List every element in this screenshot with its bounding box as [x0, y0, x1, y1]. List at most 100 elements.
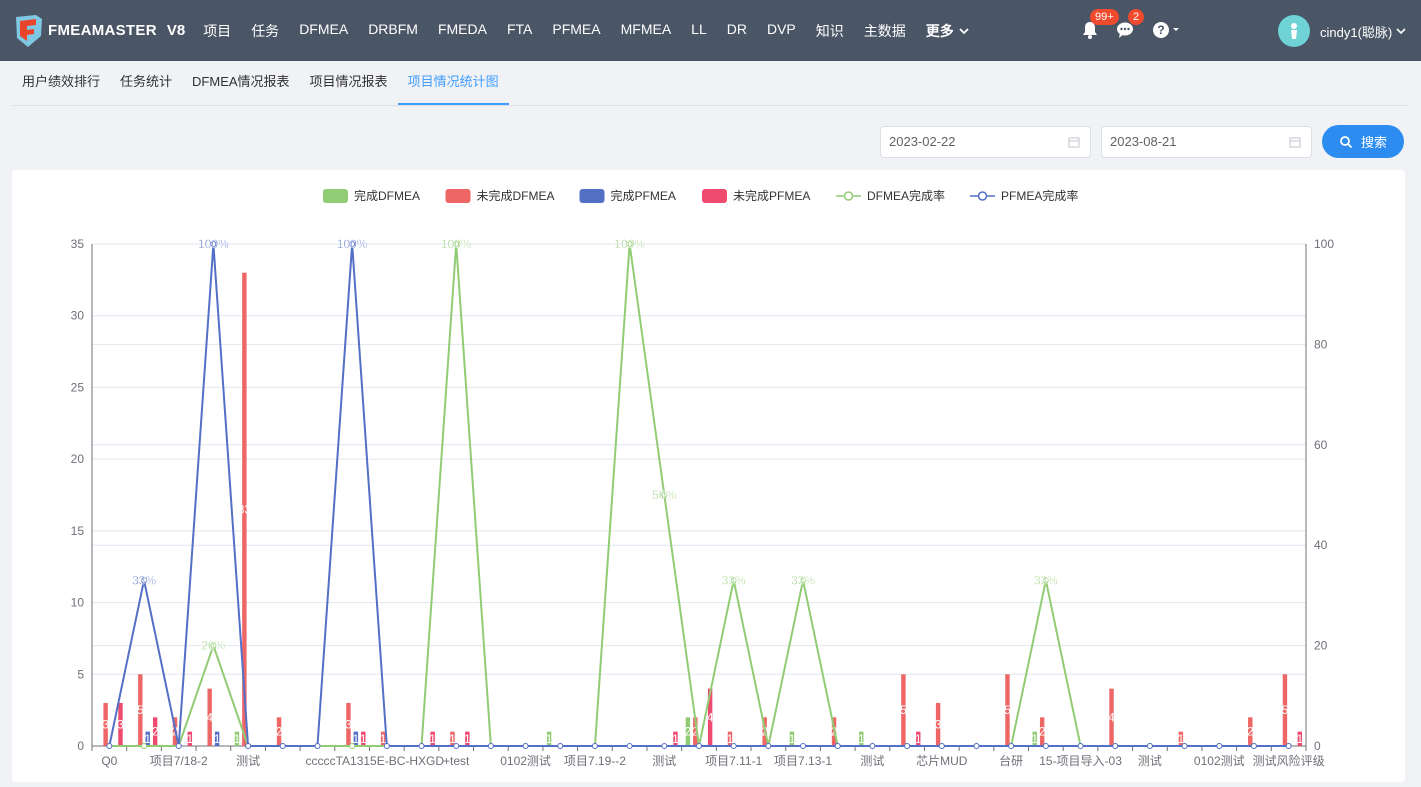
- legend-marker-4: [843, 191, 854, 201]
- bar-data-label: 1: [1296, 732, 1303, 746]
- start-date-value: 2023-02-22: [889, 134, 956, 149]
- nav-item-0[interactable]: 项目: [193, 21, 241, 41]
- nav-item-9[interactable]: DR: [717, 21, 757, 41]
- legend-label-2: 完成PFMEA: [611, 188, 676, 203]
- tab-0[interactable]: 用户绩效排行: [12, 61, 110, 105]
- search-label: 搜索: [1360, 135, 1387, 150]
- legend-marker-5: [977, 191, 988, 201]
- rate-label: 20%: [201, 639, 225, 653]
- start-date-input[interactable]: 2023-02-22: [880, 126, 1091, 158]
- tab-1[interactable]: 任务统计: [110, 61, 182, 105]
- y-left-tick-label: 15: [71, 524, 85, 538]
- bar-data-label: 1: [546, 732, 553, 746]
- line-point-PFMEA完成率: [175, 743, 182, 749]
- search-button[interactable]: 搜索: [1322, 125, 1404, 158]
- x-tick-label: 测试: [860, 753, 884, 768]
- rate-label: 100%: [198, 237, 229, 251]
- nav-item-1[interactable]: 任务: [241, 21, 289, 41]
- notification-badge: 99+: [1090, 8, 1119, 25]
- tab-2[interactable]: DFMEA情况报表: [182, 61, 300, 105]
- bar-data-label: 1: [858, 732, 865, 746]
- bar-data-label: 1: [1031, 732, 1038, 746]
- bar-data-label: 1: [464, 732, 471, 746]
- y-left-tick-label: 25: [71, 380, 85, 394]
- rate-label: 100%: [441, 237, 472, 251]
- x-tick-label: 项目7.13-1: [774, 754, 832, 768]
- line-point-PFMEA完成率: [591, 743, 598, 749]
- y-right-tick-label: 40: [1314, 538, 1328, 552]
- calendar-icon: [1068, 137, 1080, 148]
- bar-data-label: 1: [187, 732, 194, 746]
- line-point-DFMEA完成率: [141, 743, 148, 749]
- nav-item-4[interactable]: FMEDA: [428, 21, 497, 41]
- line-point-PFMEA完成率: [1146, 743, 1153, 749]
- bar-data-label: 2: [1039, 725, 1046, 739]
- help-icon: ?: [1153, 21, 1179, 38]
- nav-item-10[interactable]: DVP: [757, 21, 806, 41]
- line-point-PFMEA完成率: [279, 743, 286, 749]
- bar-data-label: 4: [1108, 710, 1115, 724]
- logo[interactable]: FMEAMASTER V8: [14, 14, 185, 48]
- legend-label-1: 未完成DFMEA: [477, 188, 555, 203]
- end-date-input[interactable]: 2023-08-21: [1101, 126, 1312, 158]
- line-point-PFMEA完成率: [418, 743, 425, 749]
- bar-data-label: 5: [137, 703, 144, 717]
- nav-more-menu[interactable]: 更多: [916, 21, 980, 41]
- tab-4[interactable]: 项目情况统计图: [397, 61, 509, 105]
- notification-button[interactable]: 99+: [1080, 8, 1119, 42]
- search-icon: [1340, 135, 1353, 148]
- bar-data-label: 1: [429, 732, 436, 746]
- tab-3[interactable]: 项目情况报表: [300, 61, 398, 105]
- nav-item-8[interactable]: LL: [681, 21, 717, 41]
- rate-label: 50%: [652, 488, 676, 502]
- bar-data-label: 2: [276, 725, 283, 739]
- line-point-PFMEA完成率: [1181, 743, 1188, 749]
- nav-item-5[interactable]: FTA: [497, 21, 542, 41]
- line-point-PFMEA完成率: [938, 743, 945, 749]
- rate-label: 100%: [614, 237, 645, 251]
- line-point-PFMEA完成率: [522, 743, 529, 749]
- x-tick-label: 测试: [1138, 753, 1162, 768]
- x-tick-label: 测试风险评级: [1253, 753, 1325, 768]
- x-tick-label: 测试: [236, 753, 260, 768]
- line-point-PFMEA完成率: [1042, 743, 1049, 749]
- legend-swatch-1: [445, 189, 471, 203]
- bar-data-label: 4: [206, 710, 213, 724]
- line-point-PFMEA完成率: [453, 743, 460, 749]
- nav-item-6[interactable]: PFMEA: [542, 21, 610, 41]
- user-menu[interactable]: cindy1(聪脉): [1278, 15, 1407, 47]
- nav-item-3[interactable]: DRBFM: [358, 21, 428, 41]
- nav-item-2[interactable]: DFMEA: [289, 21, 358, 41]
- calendar-icon: [1289, 137, 1301, 148]
- rate-label: 33%: [791, 573, 815, 587]
- bar-data-label: 33: [238, 502, 252, 516]
- bar-data-label: 4: [707, 710, 714, 724]
- x-tick-label: cccc: [305, 754, 329, 768]
- main-nav: 项目 任务 DFMEA DRBFM FMEDA FTA PFMEA MFMEA LL DR DVP 知…: [193, 21, 980, 41]
- help-button[interactable]: ?: [1152, 20, 1184, 42]
- legend-swatch-3: [702, 189, 727, 203]
- avatar-person-icon: [1291, 23, 1297, 39]
- bar-data-label: 3: [117, 717, 124, 731]
- y-right-tick-label: 0: [1314, 739, 1321, 753]
- message-button[interactable]: 2: [1116, 8, 1145, 42]
- line-point-PFMEA完成率: [557, 743, 564, 749]
- project-stats-chart: 051015202530350204060801001 121 1 135243323…: [71, 188, 1335, 768]
- nav-item-7[interactable]: MFMEA: [611, 21, 682, 41]
- line-point-PFMEA完成率: [904, 743, 911, 749]
- bar-data-label: 3: [935, 717, 942, 731]
- y-right-tick-label: 100: [1314, 237, 1334, 251]
- bar-data-label: 1: [672, 732, 679, 746]
- bar-data-label: 3: [102, 717, 109, 731]
- line-point-PFMEA完成率: [487, 743, 494, 749]
- y-left-tick-label: 10: [71, 596, 85, 610]
- x-tick-label: 台研: [999, 753, 1023, 768]
- line-point-PFMEA完成率: [245, 743, 252, 749]
- line-point-PFMEA完成率: [834, 743, 841, 749]
- user-name: cindy1(聪脉): [1320, 24, 1393, 40]
- bar-data-label: 3: [345, 717, 352, 731]
- logo-shield-icon: [16, 14, 42, 47]
- nav-item-12[interactable]: 主数据: [854, 21, 916, 41]
- nav-item-11[interactable]: 知识: [806, 21, 854, 41]
- avatar: [1278, 15, 1310, 47]
